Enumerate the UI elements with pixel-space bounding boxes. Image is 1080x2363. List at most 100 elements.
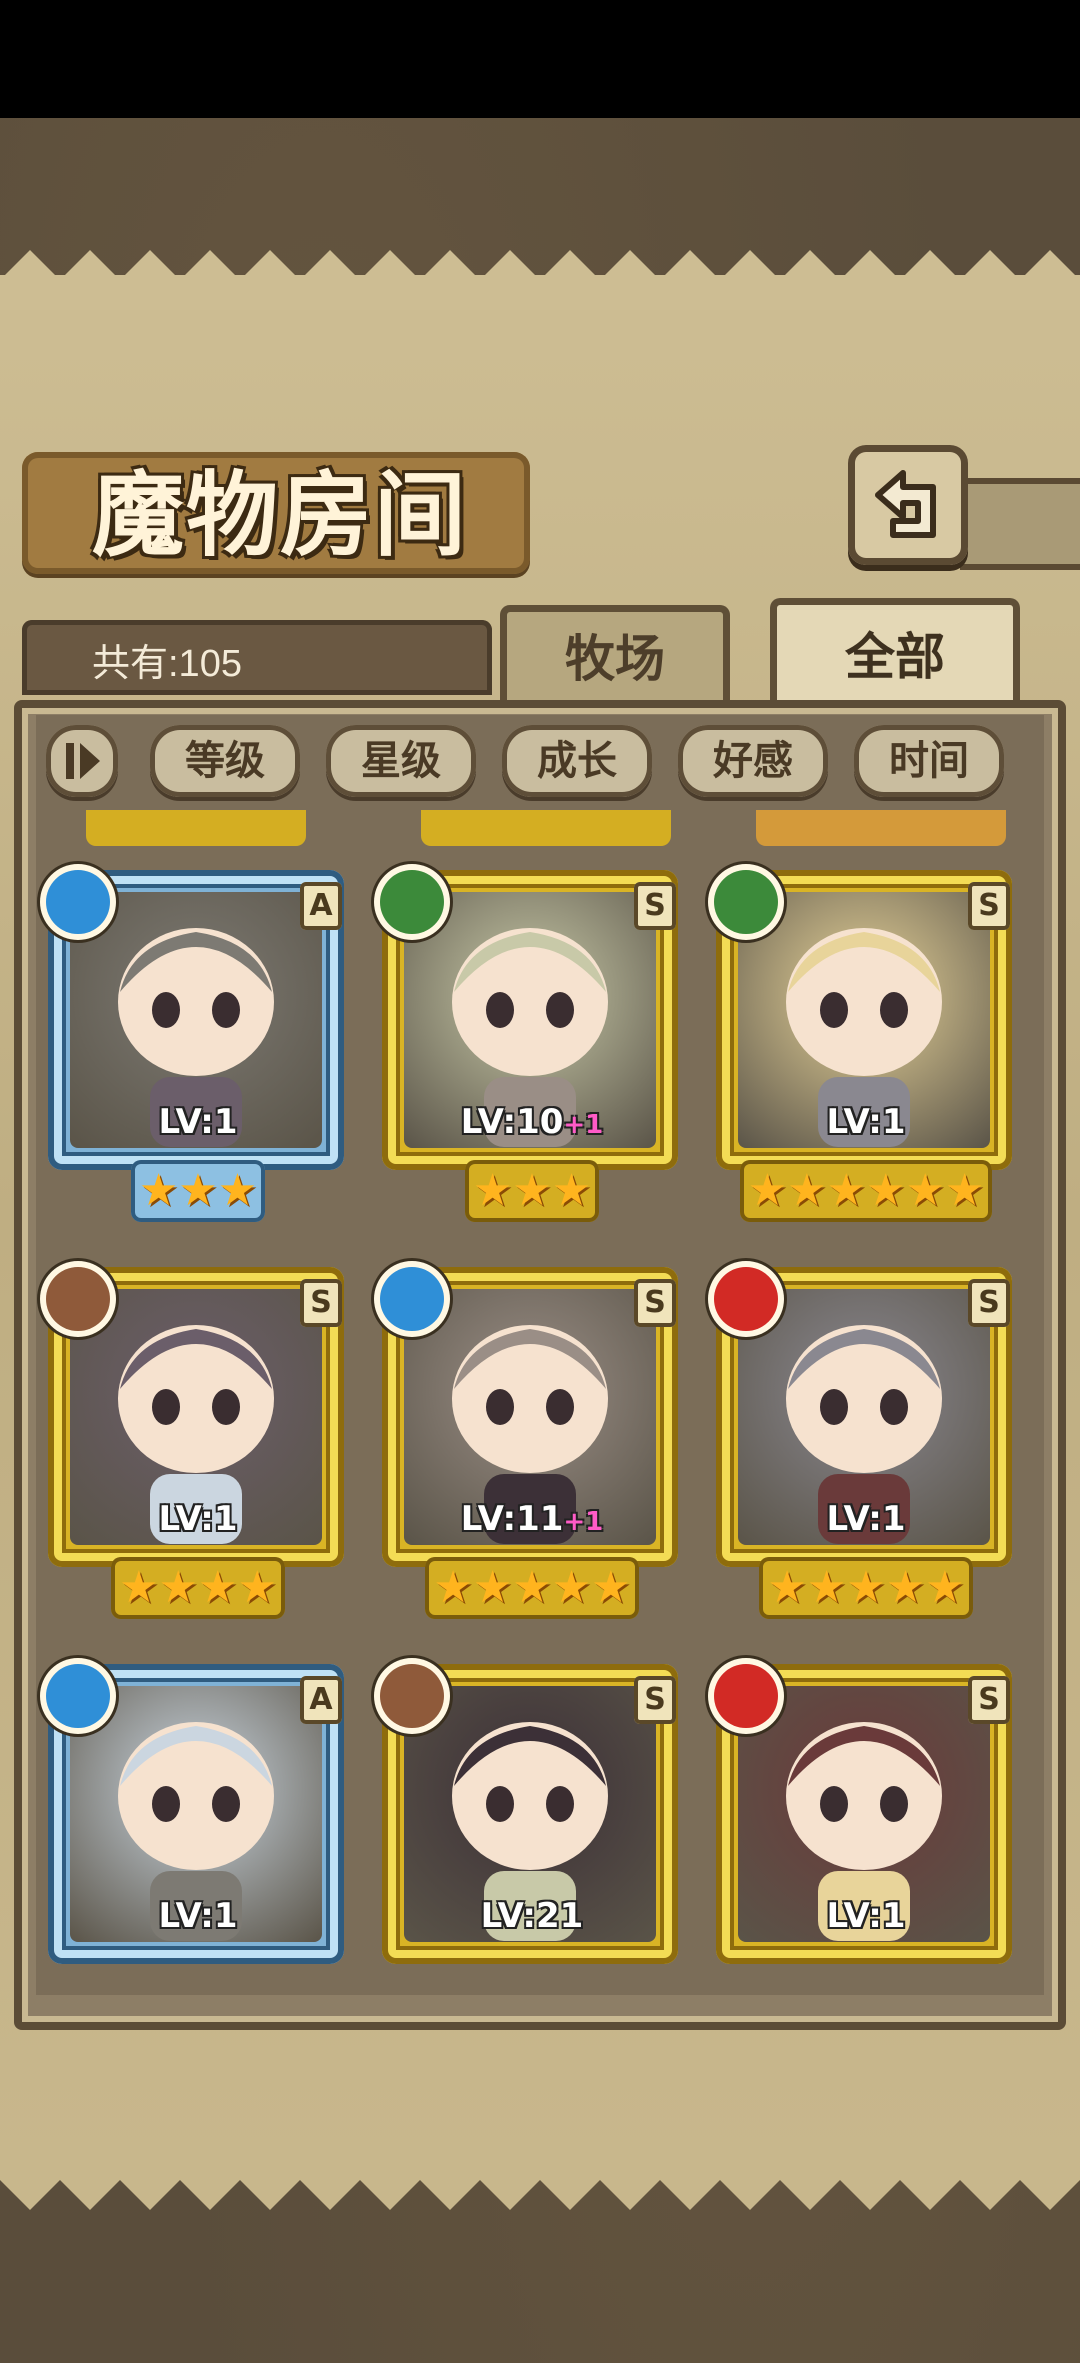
level-text: LV:1	[826, 1896, 906, 1936]
rank-badge: S	[300, 1279, 342, 1327]
filter-level-button[interactable]: 等级	[150, 725, 300, 797]
star-icon: ★	[119, 1562, 159, 1613]
rank-badge: S	[634, 1676, 676, 1724]
star-rating: ★★★★	[58, 1557, 338, 1619]
water-element-icon	[46, 870, 110, 934]
card-partial-top	[86, 810, 306, 846]
monster-grid: A LV:1 ★★★ S LV:10+1 ★★★ S LV:1 ★★★★★★ S LV:1 ★★★★ S…	[36, 810, 1044, 1985]
earth-element-icon	[380, 1664, 444, 1728]
monster-level: LV:10+1	[432, 1102, 632, 1142]
rank-badge: S	[634, 1279, 676, 1327]
tab-all[interactable]: 全部	[770, 598, 1020, 716]
monster-level: LV:11+1	[432, 1499, 632, 1539]
rank-badge: S	[634, 882, 676, 930]
earth-element-icon	[46, 1267, 110, 1331]
filter-growth-button[interactable]: 成长	[502, 725, 652, 797]
leaf-element-icon	[714, 870, 778, 934]
star-icon: ★	[806, 1562, 847, 1613]
level-text: LV:1	[158, 1499, 238, 1539]
monster-card[interactable]: S LV:11+1 ★★★★★	[372, 1267, 692, 1627]
star-icon: ★	[885, 1562, 926, 1613]
level-text: LV:21	[480, 1896, 584, 1936]
star-icon: ★	[767, 1562, 807, 1613]
star-icon: ★	[905, 1165, 945, 1216]
rank-badge: A	[300, 1676, 342, 1724]
star-icon: ★	[472, 1165, 513, 1216]
star-icon: ★	[846, 1562, 886, 1613]
star-icon: ★	[591, 1562, 631, 1613]
water-element-icon	[380, 1267, 444, 1331]
star-icon: ★	[787, 1165, 827, 1216]
tab-pasture[interactable]: 牧场	[500, 605, 730, 713]
zigzag-border-top	[0, 250, 1080, 310]
sort-order-toggle[interactable]	[46, 725, 118, 797]
sort-toggle-icon	[66, 743, 100, 779]
fire-element-icon	[714, 1664, 778, 1728]
monster-level: LV:1	[98, 1102, 298, 1142]
star-icon: ★	[237, 1562, 277, 1613]
star-icon: ★	[551, 1562, 592, 1613]
level-text: LV:1	[158, 1896, 238, 1936]
level-text: LV:10	[460, 1102, 564, 1142]
star-icon: ★	[472, 1562, 513, 1613]
star-icon: ★	[826, 1165, 866, 1216]
card-partial-top	[756, 810, 1006, 846]
star-rating: ★★★★★	[726, 1557, 1006, 1619]
level-text: LV:11	[460, 1499, 564, 1539]
star-rating: ★★★	[392, 1160, 672, 1222]
water-element-icon	[46, 1664, 110, 1728]
filter-affinity-button[interactable]: 好感	[678, 725, 828, 797]
star-icon: ★	[866, 1165, 906, 1216]
star-icon: ★	[433, 1562, 473, 1613]
leaf-element-icon	[380, 870, 444, 934]
monster-level: LV:1	[766, 1499, 966, 1539]
star-icon: ★	[158, 1562, 198, 1613]
star-icon: ★	[138, 1165, 179, 1216]
monster-level: LV:1	[98, 1499, 298, 1539]
star-icon: ★	[178, 1165, 218, 1216]
star-icon: ★	[217, 1165, 258, 1216]
star-rating: ★★★★★	[392, 1557, 672, 1619]
star-rating: ★★★	[58, 1160, 338, 1222]
star-icon: ★	[198, 1562, 238, 1613]
rank-badge: A	[300, 882, 342, 930]
card-partial-top	[421, 810, 671, 846]
monster-card[interactable]: S LV:10+1 ★★★	[372, 870, 692, 1230]
monster-card[interactable]: A LV:1	[38, 1664, 358, 1985]
filter-time-button[interactable]: 时间	[854, 725, 1004, 797]
star-icon: ★	[747, 1165, 788, 1216]
collection-count: 共有:105	[92, 643, 242, 685]
back-button-rail	[960, 478, 1080, 570]
back-arrow-icon	[875, 470, 936, 538]
monster-level: LV:1	[766, 1896, 966, 1936]
back-button[interactable]	[848, 445, 968, 565]
monster-card[interactable]: S LV:1 ★★★★	[38, 1267, 358, 1627]
zigzag-border-bottom	[0, 2150, 1080, 2210]
monster-card[interactable]: S LV:1	[706, 1664, 1026, 1985]
star-icon: ★	[944, 1165, 985, 1216]
tab-all-label: 全部	[845, 627, 945, 686]
star-icon: ★	[551, 1165, 592, 1216]
level-text: LV:1	[158, 1102, 238, 1142]
monster-level: LV:21	[432, 1896, 632, 1936]
status-bar	[0, 0, 1080, 118]
fire-element-icon	[714, 1267, 778, 1331]
page-title: 魔物房间	[91, 461, 468, 569]
star-rating: ★★★★★★	[726, 1160, 1006, 1222]
monster-level: LV:1	[766, 1102, 966, 1142]
monster-card[interactable]: S LV:21	[372, 1664, 692, 1985]
rank-badge: S	[968, 1676, 1010, 1724]
rank-badge: S	[968, 882, 1010, 930]
star-icon: ★	[925, 1562, 965, 1613]
level-text: LV:1	[826, 1102, 906, 1142]
level-bonus: +1	[563, 1507, 604, 1537]
monster-level: LV:1	[98, 1896, 298, 1936]
sort-filter-row: 等级 星级 成长 好感 时间	[46, 725, 1036, 805]
monster-card[interactable]: S LV:1 ★★★★★★	[706, 870, 1026, 1230]
monster-card[interactable]: S LV:1 ★★★★★	[706, 1267, 1026, 1627]
monster-card[interactable]: A LV:1 ★★★	[38, 870, 358, 1230]
filter-star-button[interactable]: 星级	[326, 725, 476, 797]
level-text: LV:1	[826, 1499, 906, 1539]
star-icon: ★	[512, 1165, 552, 1216]
star-icon: ★	[512, 1562, 552, 1613]
